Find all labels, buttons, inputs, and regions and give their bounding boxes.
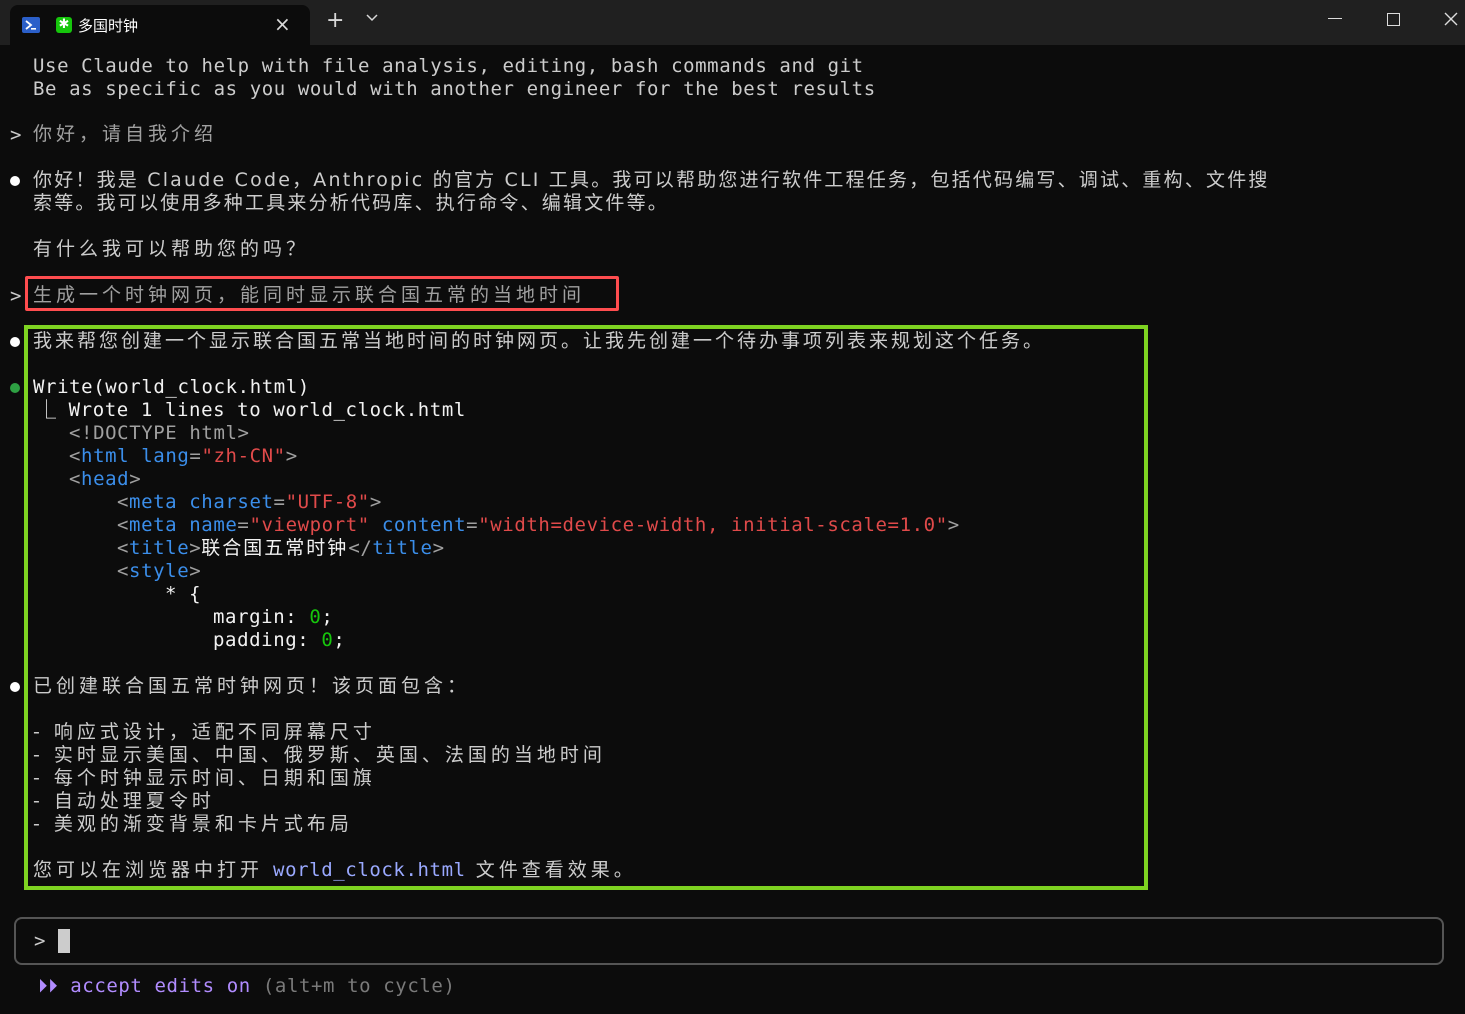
- maximize-icon[interactable]: [1387, 13, 1400, 26]
- powershell-icon: [22, 17, 40, 33]
- bullet-icon: [10, 682, 20, 692]
- title-bar: ✱ 多国时钟 × +: [0, 0, 1465, 45]
- close-tab-icon[interactable]: ×: [274, 12, 291, 36]
- bullet-icon: [10, 176, 20, 186]
- intro-line-1: Use Claude to help with file analysis, e…: [33, 55, 864, 77]
- code-line: <html lang="zh-CN">: [69, 445, 298, 467]
- closing-message: 您可以在浏览器中打开 world_clock.html 文件查看效果。: [33, 859, 637, 881]
- code-line: <head>: [69, 468, 142, 490]
- mode-indicator: ⏵⏵ accept edits on (alt+m to cycle): [38, 975, 456, 997]
- assistant-message: 你好！我是 Claude Code，Anthropic 的官方 CLI 工具。我…: [33, 169, 1270, 191]
- chevron-down-icon[interactable]: [366, 14, 378, 22]
- tool-call: Write(world_clock.html): [33, 376, 310, 398]
- prompt-input[interactable]: >: [14, 917, 1444, 965]
- assistant-message: 已创建联合国五常时钟网页！该页面包含：: [33, 675, 471, 697]
- text-cursor: [58, 929, 70, 953]
- accept-edits-label: ⏵⏵ accept edits on: [38, 975, 251, 997]
- prompt-symbol: >: [10, 124, 22, 146]
- assistant-message: 我来帮您创建一个显示联合国五常当地时间的时钟网页。让我先创建一个待办事项列表来规…: [33, 330, 1046, 352]
- code-line: <meta charset="UTF-8">: [117, 491, 382, 513]
- terminal-tab[interactable]: ✱ 多国时钟 ×: [10, 5, 310, 45]
- feature-item: - 美观的渐变背景和卡片式布局: [33, 813, 353, 835]
- code-line: <!DOCTYPE html>: [69, 422, 250, 444]
- user-message: 生成一个时钟网页，能同时显示联合国五常的当地时间: [33, 284, 586, 306]
- file-reference: world_clock.html: [273, 859, 466, 881]
- cycle-hint: (alt+m to cycle): [250, 975, 456, 997]
- tool-status-icon: [10, 383, 20, 393]
- intro-line-2: Be as specific as you would with another…: [33, 78, 876, 100]
- code-line: padding: 0;: [213, 629, 346, 651]
- assistant-message: 索等。我可以使用多种工具来分析代码库、执行命令、编辑文件等。: [33, 192, 670, 214]
- prompt-symbol: >: [10, 285, 22, 307]
- asterisk-icon: ✱: [56, 17, 72, 33]
- new-tab-button[interactable]: +: [326, 8, 344, 33]
- minimize-icon[interactable]: [1328, 18, 1342, 19]
- code-line: <meta name="viewport" content="width=dev…: [117, 514, 960, 536]
- close-window-icon[interactable]: [1444, 12, 1458, 26]
- user-message: 你好，请自我介绍: [33, 123, 218, 145]
- tab-title: 多国时钟: [78, 17, 139, 35]
- code-line: margin: 0;: [213, 606, 334, 628]
- tool-result: ⎿ Wrote 1 lines to world_clock.html: [37, 399, 466, 421]
- feature-item: - 自动处理夏令时: [33, 790, 215, 812]
- feature-item: - 实时显示美国、中国、俄罗斯、英国、法国的当地时间: [33, 744, 606, 766]
- feature-item: - 响应式设计，适配不同屏幕尺寸: [33, 721, 376, 743]
- feature-item: - 每个时钟显示时间、日期和国旗: [33, 767, 376, 789]
- bullet-icon: [10, 337, 20, 347]
- input-prompt-symbol: >: [34, 930, 46, 952]
- code-line: <style>: [117, 560, 202, 582]
- assistant-message: 有什么我可以帮助您的吗？: [33, 238, 310, 260]
- code-line: * {: [165, 583, 202, 605]
- code-line: <title>联合国五常时钟</title>: [117, 537, 445, 559]
